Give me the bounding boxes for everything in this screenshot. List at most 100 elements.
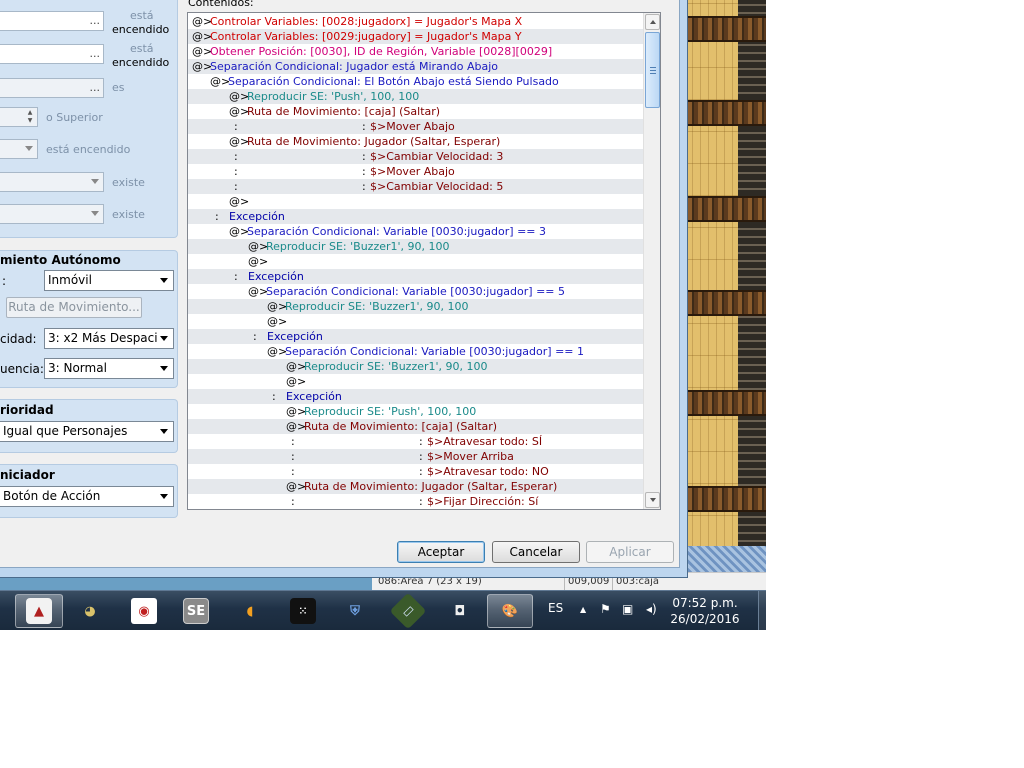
command-text: Reproducir SE: 'Buzzer1', 90, 100 <box>285 300 469 313</box>
ok-button[interactable]: Aceptar <box>397 541 485 563</box>
command-row[interactable]: @> Reproducir SE: 'Buzzer1', 90, 100 <box>188 359 644 374</box>
command-text: : <box>362 120 366 133</box>
command-row[interactable]: :: $>Atravesar todo: NO <box>188 464 644 479</box>
clock-date[interactable]: 26/02/2016 <box>660 612 750 626</box>
command-row[interactable]: :: $>Atravesar todo: SÍ <box>188 434 644 449</box>
map-fence <box>684 390 766 416</box>
command-row[interactable]: :: $>Mover Abajo <box>188 164 644 179</box>
self-switch-dropdown[interactable] <box>0 139 38 159</box>
actor-dropdown[interactable] <box>0 204 104 224</box>
command-row[interactable]: : Excepción <box>188 329 644 344</box>
priority-select[interactable]: Igual que Personajes <box>0 421 174 442</box>
blackberry-icon[interactable]: ⁙ <box>283 594 323 628</box>
move-route-button[interactable]: Ruta de Movimiento... <box>6 297 142 318</box>
command-row[interactable]: :: $>Fijar Dirección: Sí <box>188 494 644 509</box>
game-controller-icon[interactable]: ◘ <box>440 594 480 628</box>
command-row[interactable]: @> <box>188 374 644 389</box>
ellipsis-icon[interactable]: ... <box>90 47 101 60</box>
condition-label: existe <box>112 176 145 189</box>
cancel-button[interactable]: Cancelar <box>492 541 580 563</box>
switch1-field[interactable]: ... <box>0 11 104 31</box>
command-row[interactable]: :: $>Cambiar Velocidad: 3 <box>188 149 644 164</box>
language-indicator[interactable]: ES <box>548 601 563 615</box>
command-row[interactable]: : Excepción <box>188 209 644 224</box>
vertical-scrollbar[interactable] <box>643 13 660 509</box>
command-row[interactable]: @> <box>188 194 644 209</box>
volume-icon[interactable]: ◂) <box>646 602 657 616</box>
map-fence <box>684 100 766 126</box>
scroll-down-button[interactable] <box>645 492 660 508</box>
spinner-arrows-icon[interactable]: ▲ ▼ <box>25 109 35 125</box>
media-player-icon[interactable]: ◉ <box>124 594 164 628</box>
command-row[interactable]: @> Reproducir SE: 'Push', 100, 100 <box>188 404 644 419</box>
trigger-select[interactable]: Botón de Acción <box>0 486 174 507</box>
command-text: : <box>419 450 423 463</box>
variable-value-spinner[interactable]: ▲ ▼ <box>0 107 38 127</box>
command-row[interactable]: @> Separación Condicional: Variable [0030… <box>188 284 644 299</box>
command-row[interactable]: @> <box>188 254 644 269</box>
notepad-icon[interactable]: ▭ <box>388 592 428 630</box>
speed-value: 3: x2 Más Despaci <box>48 331 158 345</box>
command-text: : <box>215 210 219 223</box>
network-icon[interactable]: ▣ <box>622 602 633 616</box>
command-text: : <box>291 435 295 448</box>
command-row[interactable]: @> Separación Condicional: El Botón Abajo… <box>188 74 644 89</box>
paint-icon[interactable]: 🎨 <box>487 594 533 628</box>
map-dark-lane <box>738 0 766 548</box>
command-text: Reproducir SE: 'Push', 100, 100 <box>247 90 420 103</box>
frequency-select[interactable]: 3: Normal <box>44 358 174 379</box>
command-text: : <box>362 165 366 178</box>
priority-group: rioridad Igual que Personajes <box>0 399 178 453</box>
command-text: : <box>419 435 423 448</box>
ellipsis-icon[interactable]: ... <box>90 81 101 94</box>
command-row[interactable]: : Excepción <box>188 269 644 284</box>
command-row[interactable]: @> Reproducir SE: 'Push', 100, 100 <box>188 89 644 104</box>
event-commands-list[interactable]: @> Controlar Variables: [0028:jugadorx] =… <box>187 12 661 510</box>
command-row[interactable]: @> Controlar Variables: [0028:jugadorx] =… <box>188 14 644 29</box>
action-center-flag-icon[interactable]: ⚑ <box>600 602 611 616</box>
frequency-label: uencia: <box>0 362 44 376</box>
command-row[interactable]: :: $>Cambiar Velocidad: 5 <box>188 179 644 194</box>
movement-type-select[interactable]: Inmóvil <box>44 270 174 291</box>
command-text: : <box>234 270 238 283</box>
command-text: Excepción <box>229 210 285 223</box>
command-row[interactable]: @> Ruta de Movimiento: Jugador (Saltar, E… <box>188 134 644 149</box>
item-dropdown[interactable] <box>0 172 104 192</box>
ellipsis-icon[interactable]: ... <box>90 14 101 27</box>
tray-expand-icon[interactable]: ▲ <box>580 605 586 614</box>
command-row[interactable]: @> Ruta de Movimiento: Jugador (Saltar, E… <box>188 479 644 494</box>
scroll-up-button[interactable] <box>645 14 660 30</box>
command-row[interactable]: @> Separación Condicional: Variable [0030… <box>188 224 644 239</box>
speed-select[interactable]: 3: x2 Más Despaci <box>44 328 174 349</box>
show-desktop-button[interactable] <box>758 591 766 630</box>
command-row[interactable]: @> Reproducir SE: 'Buzzer1', 90, 100 <box>188 239 644 254</box>
command-text: Reproducir SE: 'Buzzer1', 90, 100 <box>266 240 450 253</box>
command-row[interactable]: @> Reproducir SE: 'Buzzer1', 90, 100 <box>188 299 644 314</box>
command-text: Excepción <box>267 330 323 343</box>
command-row[interactable]: @> Obtener Posición: [0030], ID de Región… <box>188 44 644 59</box>
apply-button[interactable]: Aplicar <box>586 541 674 563</box>
gimp-icon[interactable]: ◕ <box>70 594 110 628</box>
rpg-maker-icon[interactable]: ▲ <box>15 594 63 628</box>
security-shield-icon[interactable]: ⛨ <box>335 594 375 628</box>
command-row[interactable]: @> Separación Condicional: Variable [0030… <box>188 344 644 359</box>
condition-label: está encendido <box>46 143 131 156</box>
chevron-down-icon <box>160 494 168 499</box>
command-row[interactable]: :: $>Mover Abajo <box>188 119 644 134</box>
command-row[interactable]: : Excepción <box>188 389 644 404</box>
map-fence <box>684 196 766 222</box>
command-row[interactable]: @> Separación Condicional: Jugador está M… <box>188 59 644 74</box>
variable-field[interactable]: ... <box>0 78 104 98</box>
command-row[interactable]: @> Ruta de Movimiento: [caja] (Saltar) <box>188 419 644 434</box>
switch2-field[interactable]: ... <box>0 44 104 64</box>
audacity-icon[interactable]: ◖ <box>230 594 270 628</box>
command-row[interactable]: @> <box>188 314 644 329</box>
clock-time[interactable]: 07:52 p.m. <box>660 596 750 610</box>
command-row[interactable]: @> Ruta de Movimiento: [caja] (Saltar) <box>188 104 644 119</box>
command-row[interactable]: :: $>Mover Arriba <box>188 449 644 464</box>
se-icon[interactable]: SE <box>176 594 216 628</box>
map-canvas[interactable] <box>684 0 766 548</box>
command-text: : <box>253 330 257 343</box>
command-row[interactable]: @> Controlar Variables: [0029:jugadory] =… <box>188 29 644 44</box>
scroll-thumb[interactable] <box>645 32 660 108</box>
